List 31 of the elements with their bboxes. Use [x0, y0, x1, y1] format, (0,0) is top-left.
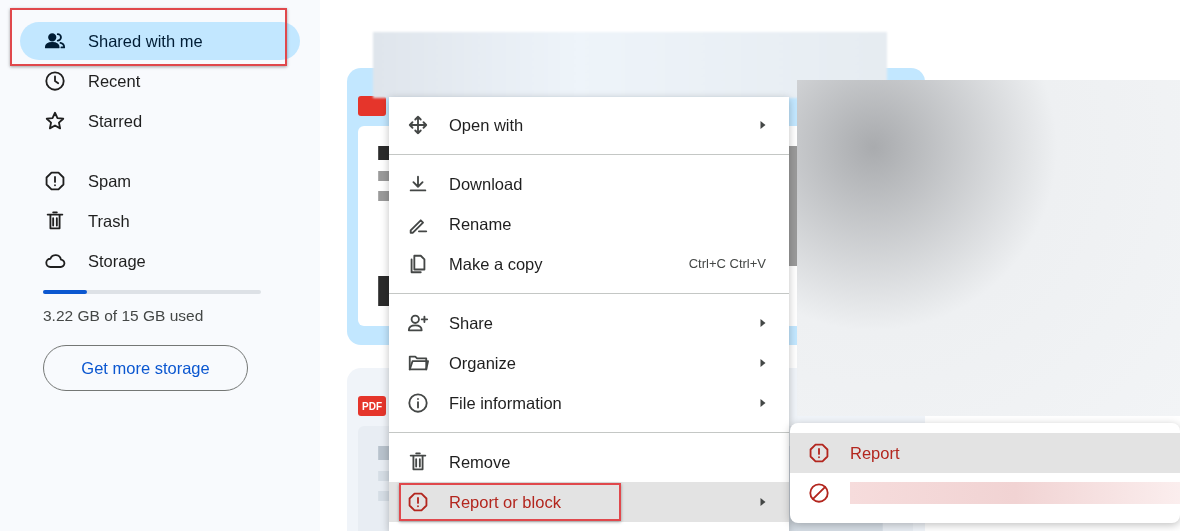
trash-icon	[44, 210, 66, 232]
menu-item[interactable]: Rename	[389, 204, 789, 244]
alert-icon	[808, 442, 830, 464]
sidebar-item[interactable]: Storage	[20, 242, 300, 280]
block-icon	[808, 482, 830, 504]
menu-item[interactable]: Report	[790, 433, 1180, 473]
sidebar-item[interactable]: Spam	[20, 162, 300, 200]
alert-icon	[407, 491, 429, 513]
sidebar-item[interactable]: Starred	[20, 102, 300, 140]
file-type-icon	[358, 96, 386, 116]
menu-item[interactable]: Report or block	[389, 482, 789, 522]
menu-item[interactable]: Remove	[389, 442, 789, 482]
clock-icon	[44, 70, 66, 92]
sidebar-item[interactable]: Trash	[20, 202, 300, 240]
menu-item[interactable]: Download	[389, 164, 789, 204]
star-icon	[44, 110, 66, 132]
menu-item[interactable]: File information	[389, 383, 789, 423]
info-icon	[407, 392, 429, 414]
sidebar-item[interactable]: Recent	[20, 62, 300, 100]
person-add-icon	[407, 312, 429, 334]
trash-icon	[407, 451, 429, 473]
shortcut-text: Ctrl+C Ctrl+V	[688, 255, 766, 274]
move-icon	[407, 114, 429, 136]
pdf-badge: PDF	[358, 396, 386, 416]
menu-item[interactable]: Make a copy Ctrl+C Ctrl+V	[389, 244, 789, 284]
menu-item[interactable]: Open with	[389, 105, 789, 145]
alert-icon	[44, 170, 66, 192]
menu-item[interactable]: Share	[389, 303, 789, 343]
menu-item[interactable]: Organize	[389, 343, 789, 383]
storage-usage-text: 3.22 GB of 15 GB used	[43, 306, 205, 326]
sidebar-item[interactable]: Shared with me	[20, 22, 300, 60]
